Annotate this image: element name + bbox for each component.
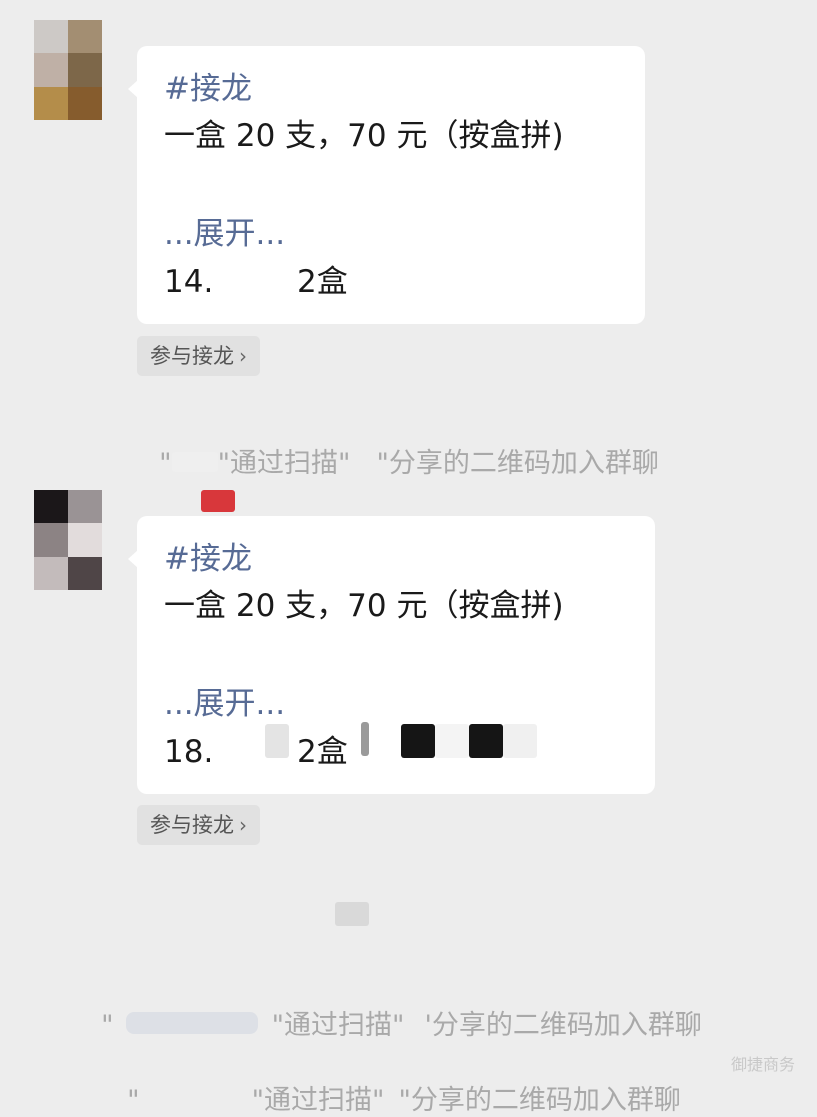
message-line: 一盒 20 支，70 元（按盒拼): [164, 118, 564, 154]
notice-rest: "分享的二维码加入群聊: [398, 1085, 681, 1116]
entry-quantity: 2盒: [297, 734, 348, 770]
join-solitaire-button[interactable]: 参与接龙 ›: [137, 805, 260, 845]
entry-quantity: 2盒: [297, 264, 348, 300]
redacted-note: [469, 724, 503, 758]
chevron-right-icon: ›: [239, 344, 247, 368]
redacted-note: [361, 722, 369, 756]
redacted-sender-name: [201, 490, 235, 512]
entry-number: 14.: [164, 264, 214, 300]
system-notice: " "通过扫描" "分享的二维码加入群聊: [142, 410, 659, 480]
redacted-name: [125, 1012, 258, 1034]
expand-link[interactable]: ...展开...: [164, 686, 285, 722]
message-bubble[interactable]: #接龙 一盒 20 支，70 元（按盒拼) ...展开... 14. 2盒: [128, 46, 645, 324]
join-button-label: 参与接龙: [150, 813, 234, 837]
join-button-label: 参与接龙: [150, 344, 234, 368]
notice-via: "通过扫描": [217, 448, 351, 479]
entry-number: 18.: [164, 734, 214, 770]
system-notice: " "通过扫描" "分享的二维码加入群聊: [110, 1047, 681, 1117]
notice-rest: "分享的二维码加入群聊: [376, 448, 659, 479]
redacted-name: [265, 724, 289, 758]
notice-quote: ": [127, 1085, 140, 1116]
expand-link[interactable]: ...展开...: [164, 216, 285, 252]
solitaire-tag: #接龙: [164, 71, 252, 107]
redacted-note: [503, 724, 537, 758]
notice-quote: ": [101, 1010, 114, 1041]
chevron-right-icon: ›: [239, 813, 247, 837]
notice-rest: '分享的二维码加入群聊: [424, 1010, 702, 1041]
message-bubble[interactable]: #接龙 一盒 20 支，70 元（按盒拼) ...展开... 18. 2盒: [128, 516, 655, 794]
join-solitaire-button[interactable]: 参与接龙 ›: [137, 336, 260, 376]
avatar[interactable]: [34, 20, 102, 120]
redacted-note: [401, 724, 435, 758]
message-line: 一盒 20 支，70 元（按盒拼): [164, 588, 564, 624]
redacted-note: [435, 724, 469, 758]
solitaire-tag: #接龙: [164, 541, 252, 577]
redacted-timestamp: [335, 902, 369, 926]
watermark: 御捷商务: [730, 1055, 795, 1074]
avatar[interactable]: [34, 490, 102, 590]
notice-via: "通过扫描": [251, 1085, 385, 1116]
notice-via: "通过扫描": [271, 1010, 405, 1041]
notice-quote: ": [159, 448, 172, 479]
system-notice: " "通过扫描" '分享的二维码加入群聊: [84, 972, 702, 1042]
redacted-name: [171, 452, 218, 472]
